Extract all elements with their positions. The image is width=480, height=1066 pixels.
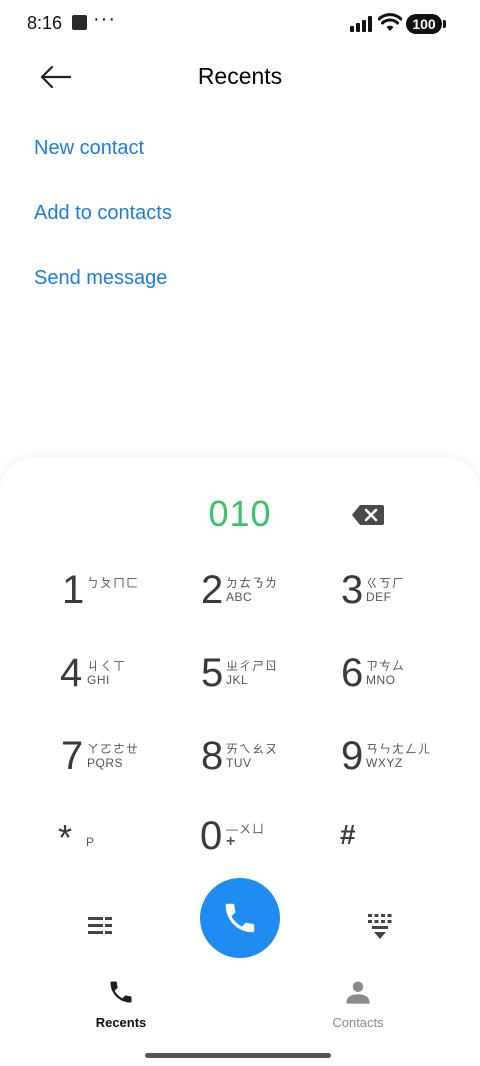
key-6[interactable]: 6 ㄗㄘㄙ MNO [341, 651, 480, 721]
dialed-number: 010 [208, 493, 272, 534]
person-icon [346, 981, 370, 1004]
add-to-contacts-link[interactable]: Add to contacts [34, 202, 172, 225]
key-zhuyin: ㄞㄟㄠㄡ [226, 742, 279, 756]
key-2[interactable]: 2 ㄉㄊㄋㄌ ABC [201, 568, 351, 638]
key-7[interactable]: 7 ㄚㄛㄜㄝ PQRS [61, 734, 211, 804]
home-indicator[interactable] [145, 1053, 331, 1058]
key-digit: 7 [61, 734, 84, 778]
key-zhuyin: ㄍㄎㄏ [366, 576, 406, 590]
key-digit: 9 [341, 734, 364, 778]
new-contact-link[interactable]: New contact [34, 137, 144, 160]
key-digit: 5 [201, 651, 224, 695]
key-digit: # [340, 819, 356, 850]
key-star[interactable]: * P [58, 815, 208, 885]
key-digit: 2 [201, 568, 224, 612]
key-hash[interactable]: # [340, 817, 480, 887]
key-letters: GHI [87, 673, 110, 687]
key-letters: TUV [226, 756, 252, 770]
key-letters: ABC [226, 590, 253, 604]
key-digit: 4 [60, 651, 83, 695]
key-letters: MNO [366, 673, 396, 687]
key-digit: * [58, 817, 73, 858]
key-digit: 3 [341, 568, 364, 612]
key-9[interactable]: 9 ㄢㄣㄤㄥㄦ WXYZ [341, 734, 480, 804]
key-digit: 8 [201, 734, 224, 778]
key-1[interactable]: 1 ㄅㄆㄇㄈ [62, 568, 212, 638]
signal-icon [350, 16, 372, 32]
key-5[interactable]: 5 ㄓㄔㄕㄖ JKL [201, 651, 351, 721]
phone-icon [110, 981, 132, 1003]
tab-recents-label: Recents [95, 1015, 147, 1030]
key-digit: 6 [341, 651, 364, 695]
key-letters: WXYZ [366, 756, 403, 770]
key-3[interactable]: 3 ㄍㄎㄏ DEF [341, 568, 480, 638]
call-button[interactable] [200, 878, 280, 958]
battery-icon: 100 [406, 14, 446, 34]
wifi-icon [378, 13, 402, 31]
key-digit: 1 [62, 568, 85, 612]
key-zhuyin: ㄐㄑㄒ [87, 659, 127, 673]
tab-contacts-label: Contacts [332, 1015, 384, 1030]
key-4[interactable]: 4 ㄐㄑㄒ GHI [60, 651, 210, 721]
notification-square-icon [72, 15, 87, 30]
send-message-link[interactable]: Send message [34, 267, 167, 290]
key-zhuyin: ㄉㄊㄋㄌ [226, 576, 279, 590]
key-zhuyin: ㄢㄣㄤㄥㄦ [366, 742, 432, 756]
key-digit: 0 [200, 814, 223, 858]
tab-contacts[interactable]: Contacts [298, 978, 418, 1030]
key-8[interactable]: 8 ㄞㄟㄠㄡ TUV [201, 734, 351, 804]
page-title: Recents [197, 63, 283, 89]
status-time: 8:16 [27, 13, 63, 33]
key-letters: JKL [226, 673, 249, 687]
key-letters: DEF [366, 590, 392, 604]
key-zhuyin: ㄓㄔㄕㄖ [226, 659, 279, 673]
key-letters: + [226, 833, 236, 850]
more-notifications-icon: ··· [93, 8, 116, 30]
tab-recents[interactable]: Recents [61, 978, 181, 1030]
key-zhuyin: ㄗㄘㄙ [366, 659, 406, 673]
hide-keypad-icon[interactable] [368, 914, 392, 940]
battery-level: 100 [406, 14, 442, 34]
key-letters: P [86, 835, 95, 849]
key-zhuyin: ㄅㄆㄇㄈ [87, 576, 140, 590]
key-0[interactable]: 0 —ㄨㄩ + [200, 814, 350, 884]
backspace-icon[interactable] [351, 504, 385, 526]
key-zhuyin: ㄚㄛㄜㄝ [87, 742, 140, 756]
key-letters: PQRS [87, 756, 124, 770]
phone-icon [225, 903, 255, 933]
menu-list-icon[interactable] [88, 916, 112, 936]
status-bar: 8:16 ··· 100 [0, 0, 480, 48]
